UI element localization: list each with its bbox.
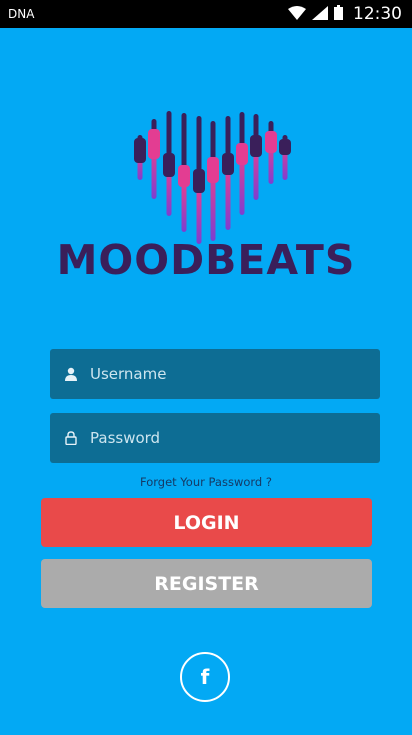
username-input[interactable] bbox=[88, 364, 362, 384]
logo-knob bbox=[134, 138, 146, 163]
register-button[interactable]: REGISTER bbox=[41, 559, 372, 608]
username-field[interactable] bbox=[50, 349, 380, 399]
battery-icon bbox=[334, 4, 343, 24]
logo-knob bbox=[148, 129, 160, 159]
brand-title: MOODBEATS bbox=[56, 236, 356, 284]
lock-icon bbox=[64, 431, 78, 445]
password-field[interactable] bbox=[50, 413, 380, 463]
logo-bar-bottom bbox=[181, 185, 187, 232]
logo-knob bbox=[250, 135, 262, 157]
user-icon bbox=[64, 367, 78, 381]
logo-knob bbox=[222, 153, 234, 175]
carrier-label: DNA bbox=[8, 7, 35, 21]
wifi-icon bbox=[288, 5, 306, 24]
logo-knob bbox=[178, 165, 190, 187]
signal-icon bbox=[312, 5, 328, 24]
logo-knob bbox=[207, 157, 219, 183]
heart-equalizer-icon bbox=[128, 83, 298, 253]
logo-bar-bottom bbox=[210, 173, 216, 241]
password-input[interactable] bbox=[88, 428, 362, 448]
facebook-icon[interactable]: f bbox=[180, 652, 230, 702]
status-bar: DNA 12:30 bbox=[0, 0, 412, 28]
login-screen: MOODBEATS Forget Your Password ? LOGIN R… bbox=[0, 28, 412, 735]
logo-knob bbox=[236, 143, 248, 165]
login-button[interactable]: LOGIN bbox=[41, 498, 372, 547]
logo-knob bbox=[163, 153, 175, 177]
status-clock: 12:30 bbox=[353, 4, 402, 24]
logo-knob bbox=[265, 131, 277, 153]
logo-knob bbox=[193, 169, 205, 193]
forgot-password-link[interactable]: Forget Your Password ? bbox=[0, 475, 412, 489]
status-icons: 12:30 bbox=[288, 4, 402, 24]
logo-bar-bottom bbox=[225, 169, 231, 230]
logo-knob bbox=[279, 139, 291, 155]
